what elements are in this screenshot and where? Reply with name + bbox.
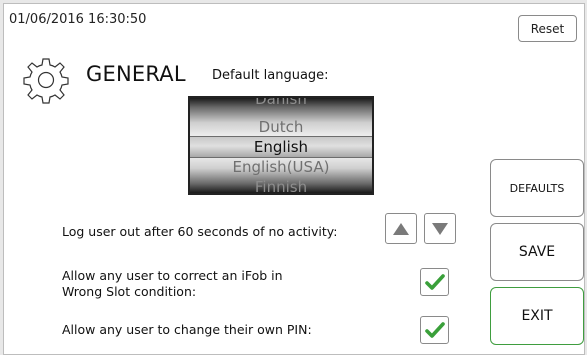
gear-icon [23, 58, 69, 104]
wrong-slot-checkbox[interactable] [420, 268, 449, 296]
timeout-label: Log user out after 60 seconds of no acti… [62, 224, 338, 239]
default-language-label: Default language: [212, 68, 329, 83]
decrease-timeout-button[interactable] [424, 213, 456, 244]
settings-screen: 01/06/2016 16:30:50 Reset GENERAL Defaul… [3, 3, 585, 355]
save-button[interactable]: SAVE [490, 223, 584, 281]
language-option[interactable]: Dutch [190, 118, 372, 137]
language-option-selected[interactable]: English [190, 136, 372, 158]
page-title: GENERAL [86, 62, 186, 86]
exit-button[interactable]: EXIT [490, 287, 584, 345]
checkmark-icon [424, 322, 445, 338]
triangle-down-icon [432, 222, 448, 235]
language-option[interactable]: Danish [190, 98, 372, 109]
triangle-up-icon [393, 222, 409, 235]
increase-timeout-button[interactable] [385, 213, 417, 244]
defaults-button[interactable]: DEFAULTS [490, 159, 584, 217]
language-picker[interactable]: Danish Dutch English English(USA) Finnis… [188, 96, 374, 195]
checkmark-icon [424, 274, 445, 290]
change-pin-label: Allow any user to change their own PIN: [62, 322, 312, 337]
datetime-display: 01/06/2016 16:30:50 [9, 12, 147, 27]
wrong-slot-label: Allow any user to correct an iFob in Wro… [62, 268, 283, 299]
language-option[interactable]: English(USA) [190, 158, 372, 177]
reset-button[interactable]: Reset [518, 15, 577, 42]
change-pin-checkbox[interactable] [420, 316, 449, 344]
language-option[interactable]: Finnish [190, 178, 372, 193]
